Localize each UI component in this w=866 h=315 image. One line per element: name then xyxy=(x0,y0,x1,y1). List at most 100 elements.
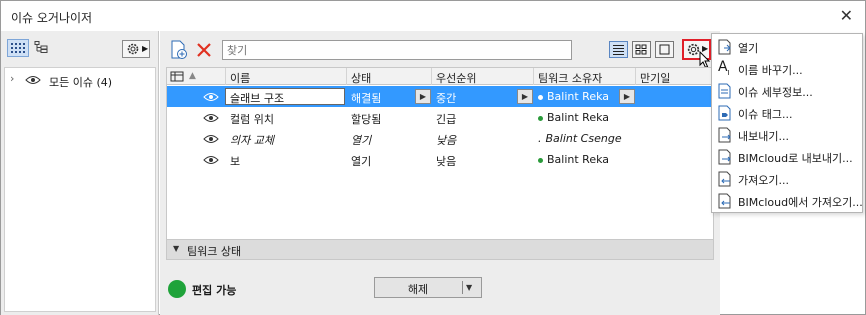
triangle-right-icon: ▶ xyxy=(142,44,149,53)
table-row[interactable]: 슬래브 구조 해결됨 ▶ 중간 ▶ Balint Reka ▶ xyxy=(167,86,713,107)
issue-table: ▲ 이름 상태 우선순위 팀워크 소유자 만기일 슬래브 구조 해결됨 ▶ 중간… xyxy=(166,67,714,249)
issue-status: 열기 xyxy=(351,155,372,168)
menu-item-label: 내보내기... xyxy=(738,130,789,143)
eye-icon[interactable] xyxy=(203,92,219,105)
expand-icon[interactable]: › xyxy=(10,72,14,85)
issue-name: 컬럼 위치 xyxy=(230,113,274,126)
release-button-label: 해제 xyxy=(407,283,429,296)
left-options-button[interactable]: ▶ xyxy=(122,40,150,58)
button-separator xyxy=(462,281,463,294)
issue-priority: 중간 xyxy=(436,92,457,105)
grid-view-icon[interactable] xyxy=(7,39,29,57)
column-header-priority[interactable]: 우선순위 xyxy=(436,70,476,86)
eye-icon[interactable] xyxy=(203,113,219,126)
collapse-icon: ▼ xyxy=(173,244,180,253)
eye-icon[interactable] xyxy=(203,155,219,168)
owner-dropdown-icon[interactable]: ▶ xyxy=(619,89,635,104)
menu-item-bimcloud-export[interactable]: BIMcloud로 내보내기... xyxy=(712,146,862,168)
export-icon xyxy=(718,127,732,143)
owner-status-dot xyxy=(538,94,543,100)
menu-item-label: BIMcloud로 내보내기... xyxy=(738,152,853,165)
menu-item-import[interactable]: 가져오기... xyxy=(712,168,862,190)
issue-owner: Balint Reka xyxy=(538,153,609,166)
column-header-name[interactable]: 이름 xyxy=(230,70,250,86)
issue-priority: 낮음 xyxy=(436,134,457,147)
status-indicator xyxy=(168,280,186,298)
menu-item-tags[interactable]: 이슈 태그... xyxy=(712,102,862,124)
column-separator xyxy=(533,68,534,85)
column-header-owner[interactable]: 팀워크 소유자 xyxy=(538,70,602,86)
section-title: 팀워크 상태 xyxy=(187,245,242,258)
column-separator xyxy=(431,68,432,85)
tag-icon xyxy=(718,105,732,121)
table-row[interactable]: 의자 교체 열기 낮음 . Balint Csenge xyxy=(167,128,713,149)
priority-dropdown-icon[interactable]: ▶ xyxy=(517,89,533,104)
visibility-column-icon: ▲ xyxy=(189,71,196,81)
column-separator xyxy=(225,68,226,85)
column-header-status[interactable]: 상태 xyxy=(351,70,371,86)
left-toolbar: ▶ xyxy=(1,31,158,64)
table-header: ▲ 이름 상태 우선순위 팀워크 소유자 만기일 xyxy=(167,68,713,85)
single-view-icon[interactable] xyxy=(655,41,674,58)
release-button[interactable]: 해제 ▼ xyxy=(374,277,482,298)
eye-icon[interactable] xyxy=(25,75,41,88)
main-pane: ▶ ▲ 이름 상태 우선순위 팀워크 소유자 만기일 xyxy=(160,31,720,315)
owner-status-dot xyxy=(538,157,543,163)
tile-view-icon[interactable] xyxy=(632,41,651,58)
teamwork-status-section[interactable]: ▼ 팀워크 상태 xyxy=(166,239,714,260)
menu-item-label: BIMcloud에서 가져오기... xyxy=(738,196,863,209)
menu-item-label: 열기 xyxy=(738,42,759,55)
bimcloud-import-icon xyxy=(718,193,732,209)
options-menu: 열기 AI 이름 바꾸기... 이슈 세부정보... 이슈 태그... 내보내기… xyxy=(711,33,863,213)
import-icon xyxy=(718,171,732,187)
table-row[interactable]: 보 열기 낮음 Balint Reka xyxy=(167,149,713,170)
issue-status: 열기 xyxy=(351,134,372,147)
title-bar: 이슈 오거나이저 ✕ xyxy=(1,1,865,31)
column-separator xyxy=(635,68,636,85)
rename-icon: AI xyxy=(718,59,730,77)
issue-name: 보 xyxy=(230,155,241,168)
details-icon xyxy=(718,83,732,99)
issue-name: 슬래브 구조 xyxy=(230,92,285,105)
column-header-due[interactable]: 만기일 xyxy=(640,70,670,86)
tree-item-all-issues[interactable]: › 모든 이슈 (4) xyxy=(5,72,155,90)
new-issue-icon[interactable] xyxy=(170,40,188,63)
menu-item-open[interactable]: 열기 xyxy=(712,36,862,58)
menu-item-bimcloud-import[interactable]: BIMcloud에서 가져오기... xyxy=(712,190,863,212)
menu-item-label: 이름 바꾸기... xyxy=(738,64,803,77)
gear-icon xyxy=(126,42,140,59)
tree-item-label: 모든 이슈 (4) xyxy=(49,76,113,89)
eye-icon[interactable] xyxy=(203,134,219,147)
left-pane: ▶ › 모든 이슈 (4) xyxy=(1,31,159,315)
chevron-down-icon[interactable]: ▼ xyxy=(466,283,472,292)
issue-owner: Balint Reka xyxy=(538,111,609,124)
search-input[interactable] xyxy=(222,40,572,60)
menu-item-details[interactable]: 이슈 세부정보... xyxy=(712,80,862,102)
column-settings-icon[interactable] xyxy=(170,71,184,85)
issue-status: 해결됨 xyxy=(351,92,382,105)
table-row[interactable]: 컬럼 위치 할당됨 긴급 Balint Reka xyxy=(167,107,713,128)
list-view-icon[interactable] xyxy=(609,41,628,58)
issue-priority: 긴급 xyxy=(436,113,457,126)
bimcloud-export-icon xyxy=(718,149,732,165)
menu-item-rename[interactable]: AI 이름 바꾸기... xyxy=(712,58,862,80)
open-icon xyxy=(718,39,732,55)
close-icon[interactable]: ✕ xyxy=(840,6,853,25)
issue-owner: Balint Reka xyxy=(538,90,609,103)
menu-item-export[interactable]: 내보내기... xyxy=(712,124,862,146)
window-title: 이슈 오거나이저 xyxy=(11,11,93,25)
menu-item-label: 이슈 태그... xyxy=(738,108,793,121)
status-text: 편집 가능 xyxy=(192,284,237,297)
issue-organizer-window: 이슈 오거나이저 ✕ ▶ › 모든 이슈 (4) 찾기 ▶ ▲ 이름 상태 우선… xyxy=(0,0,866,315)
delete-icon[interactable] xyxy=(196,42,212,61)
tree-view-icon[interactable] xyxy=(32,39,54,57)
issue-priority: 낮음 xyxy=(436,155,457,168)
menu-item-label: 이슈 세부정보... xyxy=(738,86,813,99)
name-edit-field[interactable]: 슬래브 구조 xyxy=(225,88,345,105)
owner-status-dot xyxy=(538,115,543,121)
owner-status-dot: . xyxy=(538,132,542,145)
issue-status: 할당됨 xyxy=(351,113,382,126)
issue-tree: › 모든 이슈 (4) xyxy=(4,67,156,312)
status-dropdown-icon[interactable]: ▶ xyxy=(415,89,431,104)
issue-name: 의자 교체 xyxy=(230,134,274,147)
